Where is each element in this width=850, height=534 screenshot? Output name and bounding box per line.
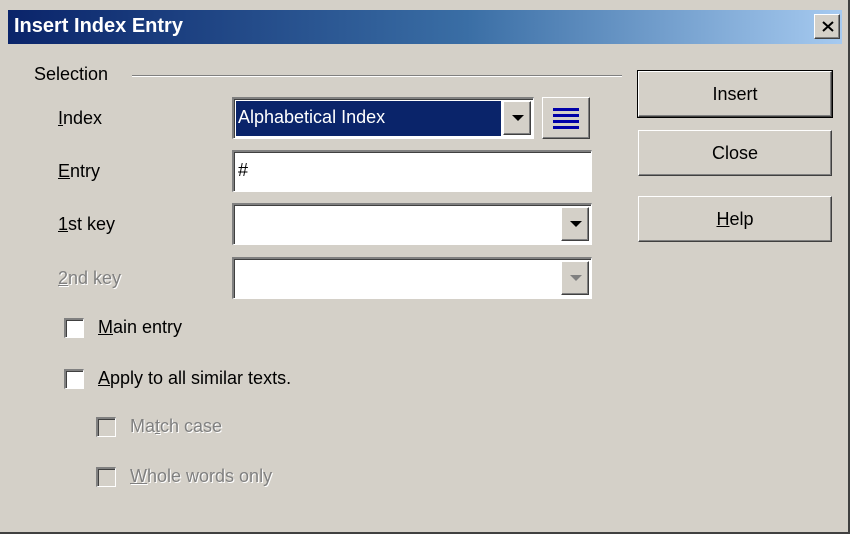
index-dropdown-button[interactable] xyxy=(503,101,531,135)
list-icon xyxy=(553,108,579,129)
match-case-checkbox xyxy=(96,417,116,437)
main-entry-label[interactable]: Main entry xyxy=(98,317,182,338)
close-icon xyxy=(822,21,834,32)
whole-words-checkbox xyxy=(96,467,116,487)
insert-index-entry-dialog: Insert Index Entry Selection Index Alpha… xyxy=(0,0,850,534)
index-label: Index xyxy=(58,108,103,128)
main-entry-checkbox[interactable] xyxy=(64,318,84,338)
apply-all-label[interactable]: Apply to all similar texts. xyxy=(98,368,291,389)
close-window-button[interactable] xyxy=(814,14,840,39)
second-key-dropdown-button xyxy=(561,261,589,295)
first-key-label: 1st key xyxy=(58,214,116,234)
entry-input-value: # xyxy=(238,160,249,180)
help-button[interactable]: Help xyxy=(638,196,832,242)
chevron-down-icon xyxy=(512,115,524,121)
match-case-label: Match case xyxy=(130,416,223,436)
entry-input[interactable]: # xyxy=(232,150,592,192)
first-key-combobox[interactable] xyxy=(232,203,592,245)
selection-group-title: Selection xyxy=(34,64,115,85)
index-select-value: Alphabetical Index xyxy=(238,107,386,127)
whole-words-label: Whole words only xyxy=(130,466,273,486)
insert-button[interactable]: Insert xyxy=(637,70,833,118)
index-select[interactable]: Alphabetical Index xyxy=(232,97,534,139)
close-button[interactable]: Close xyxy=(638,130,832,176)
new-index-button[interactable] xyxy=(542,97,590,139)
first-key-dropdown-button[interactable] xyxy=(561,207,589,241)
title-bar[interactable]: Insert Index Entry xyxy=(8,10,842,44)
chevron-down-icon xyxy=(570,221,582,227)
second-key-label: 2nd key xyxy=(58,268,122,288)
group-separator xyxy=(132,75,622,77)
window-title: Insert Index Entry xyxy=(14,15,183,37)
entry-label: Entry xyxy=(58,161,101,181)
second-key-combobox xyxy=(232,257,592,299)
chevron-down-icon xyxy=(570,275,582,281)
apply-all-checkbox[interactable] xyxy=(64,369,84,389)
